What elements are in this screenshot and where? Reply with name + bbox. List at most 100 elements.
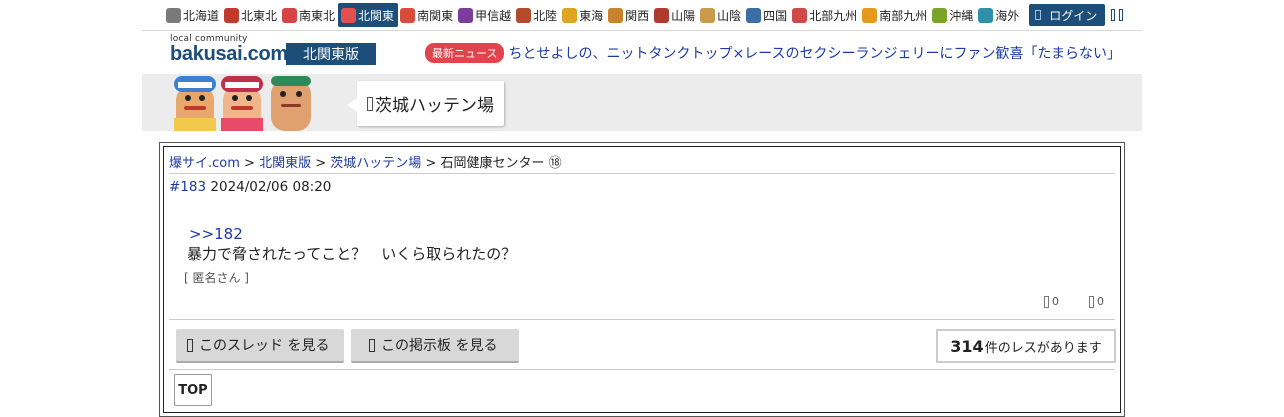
- region-label: 四国: [763, 8, 788, 23]
- like-button[interactable]: 0: [1044, 295, 1059, 308]
- torii-icon: [516, 7, 532, 23]
- region-link-14[interactable]: 沖縄: [930, 3, 976, 27]
- site-header: local community bakusai.com 北関東版 最新ニュース …: [142, 31, 1142, 74]
- region-label: 甲信越: [475, 8, 512, 23]
- region-link-15[interactable]: 海外: [976, 3, 1022, 27]
- camel-icon: [700, 7, 716, 23]
- region-label: 北陸: [533, 8, 558, 23]
- region-link-8[interactable]: 関西: [606, 3, 652, 27]
- news-ticker[interactable]: 最新ニュース ちとせよしの、ニットタンクトップ×レースのセクシーランジェリーにフ…: [425, 43, 1121, 63]
- tohoku-south-icon: [282, 7, 298, 23]
- post-header: #183 2024/02/06 08:20: [169, 179, 331, 195]
- region-link-9[interactable]: 山陽: [652, 3, 698, 27]
- region-link-3[interactable]: 北関東: [338, 3, 399, 27]
- login-label: ログイン: [1049, 8, 1098, 23]
- site-logo[interactable]: local community bakusai.com: [170, 34, 288, 66]
- post-panel: 爆サイ.com > 北関東版 > 茨城ハッテン場 > 石岡健康センター ⑱ #1…: [159, 142, 1125, 417]
- region-label: 南東北: [299, 8, 336, 23]
- grape-icon: [458, 7, 474, 23]
- shachihoko-icon: [562, 7, 578, 23]
- vote-area: 0 0: [1044, 295, 1104, 308]
- fish-icon: [792, 7, 808, 23]
- breadcrumb-separator: >: [311, 156, 331, 171]
- region-link-4[interactable]: 南関東: [398, 3, 456, 27]
- view-thread-label: このスレッド を見る: [199, 338, 330, 354]
- nav-extra-icons: [1111, 9, 1124, 21]
- region-link-12[interactable]: 北部九州: [790, 3, 860, 27]
- region-link-6[interactable]: 北陸: [514, 3, 560, 27]
- lock-icon: [1035, 10, 1042, 20]
- view-thread-button[interactable]: このスレッド を見る: [176, 329, 344, 363]
- news-headline-link[interactable]: ちとせよしの、ニットタンクトップ×レースのセクシーランジェリーにファン歓喜「たま…: [508, 43, 1121, 63]
- like-count: 0: [1052, 295, 1059, 308]
- kanto-north-icon: [341, 7, 357, 23]
- settings-icon[interactable]: [1119, 9, 1124, 21]
- post-author: [ 匿名さん ]: [184, 271, 249, 285]
- globe-icon: [978, 7, 994, 23]
- divider: [169, 319, 1115, 320]
- breadcrumb-board-link[interactable]: 茨城ハッテン場: [330, 156, 421, 171]
- thread-icon: [187, 338, 193, 352]
- region-link-2[interactable]: 南東北: [280, 3, 338, 27]
- tower-icon: [400, 7, 416, 23]
- region-nav: 北海道 北東北 南東北 北関東 南関東 甲信越 北陸 東海 関西 山陽 山陰 四国 北部九州 南部九州 沖縄…: [142, 0, 1142, 31]
- region-link-0[interactable]: 北海道: [164, 3, 222, 27]
- divider: [169, 369, 1115, 370]
- page: 北海道 北東北 南東北 北関東 南関東 甲信越 北陸 東海 関西 山陽 山陰 四国 北部九州 南部九州 沖縄…: [142, 0, 1142, 417]
- board-icon: [367, 96, 373, 111]
- breadcrumb-separator: >: [239, 156, 260, 171]
- region-link-11[interactable]: 四国: [744, 3, 790, 27]
- region-label: 北部九州: [809, 8, 858, 23]
- logo-text: bakusai.com: [170, 43, 288, 65]
- menu-icon[interactable]: [1111, 9, 1116, 21]
- board-title: 茨城ハッテン場: [375, 96, 494, 116]
- region-label: 山陰: [717, 8, 742, 23]
- region-label: 南関東: [417, 8, 454, 23]
- board-title-bubble: 茨城ハッテン場: [347, 81, 504, 126]
- reply-anchor-link[interactable]: >>182: [189, 225, 243, 243]
- board-icon: [369, 338, 375, 352]
- dislike-button[interactable]: 0: [1089, 295, 1104, 308]
- post-number-link[interactable]: #183: [169, 179, 206, 195]
- region-label: 関西: [625, 8, 650, 23]
- region-link-13[interactable]: 南部九州: [860, 3, 930, 27]
- region-label: 北東北: [241, 8, 278, 23]
- edition-badge[interactable]: 北関東版: [286, 43, 376, 65]
- thumbs-down-icon: [1089, 296, 1094, 308]
- post-panel-inner: 爆サイ.com > 北関東版 > 茨城ハッテン場 > 石岡健康センター ⑱ #1…: [163, 146, 1121, 413]
- hokkaido-icon: [166, 7, 181, 23]
- region-label: 南部九州: [879, 8, 928, 23]
- region-label: 北海道: [183, 8, 220, 23]
- view-board-label: この掲示板 を見る: [381, 338, 498, 354]
- breadcrumb-separator: >: [421, 156, 441, 171]
- shrine-icon: [654, 7, 670, 23]
- region-link-5[interactable]: 甲信越: [456, 3, 514, 27]
- mango-icon: [862, 7, 878, 23]
- region-label: 山陽: [671, 8, 696, 23]
- response-count-suffix: 件のレスがあります: [984, 340, 1102, 356]
- breadcrumb-edition-link[interactable]: 北関東版: [259, 156, 311, 171]
- takoyaki-icon: [608, 7, 624, 23]
- udon-icon: [746, 7, 762, 23]
- dislike-count: 0: [1097, 295, 1104, 308]
- login-button[interactable]: ログイン: [1029, 4, 1106, 26]
- view-board-button[interactable]: この掲示板 を見る: [351, 329, 519, 363]
- response-count: 314: [950, 336, 984, 356]
- breadcrumb-thread: 石岡健康センター ⑱: [440, 156, 562, 171]
- top-button[interactable]: TOP: [174, 374, 212, 406]
- news-badge: 最新ニュース: [425, 43, 505, 63]
- region-label: 東海: [579, 8, 604, 23]
- thumbs-up-icon: [1044, 296, 1049, 308]
- mascot-characters-icon: [174, 76, 311, 131]
- shisa-icon: [932, 7, 948, 23]
- region-link-10[interactable]: 山陰: [698, 3, 744, 27]
- post-body: 暴力で脅されたってこと？ いくら取られたの？: [187, 245, 517, 263]
- region-label: 北関東: [358, 8, 395, 23]
- breadcrumb: 爆サイ.com > 北関東版 > 茨城ハッテン場 > 石岡健康センター ⑱: [169, 152, 1115, 174]
- tohoku-north-icon: [224, 7, 240, 23]
- region-label: 海外: [995, 8, 1020, 23]
- breadcrumb-site-link[interactable]: 爆サイ.com: [169, 156, 240, 171]
- region-link-7[interactable]: 東海: [560, 3, 606, 27]
- region-link-1[interactable]: 北東北: [222, 3, 280, 27]
- response-count-box: 314 件のレスがあります: [936, 329, 1116, 363]
